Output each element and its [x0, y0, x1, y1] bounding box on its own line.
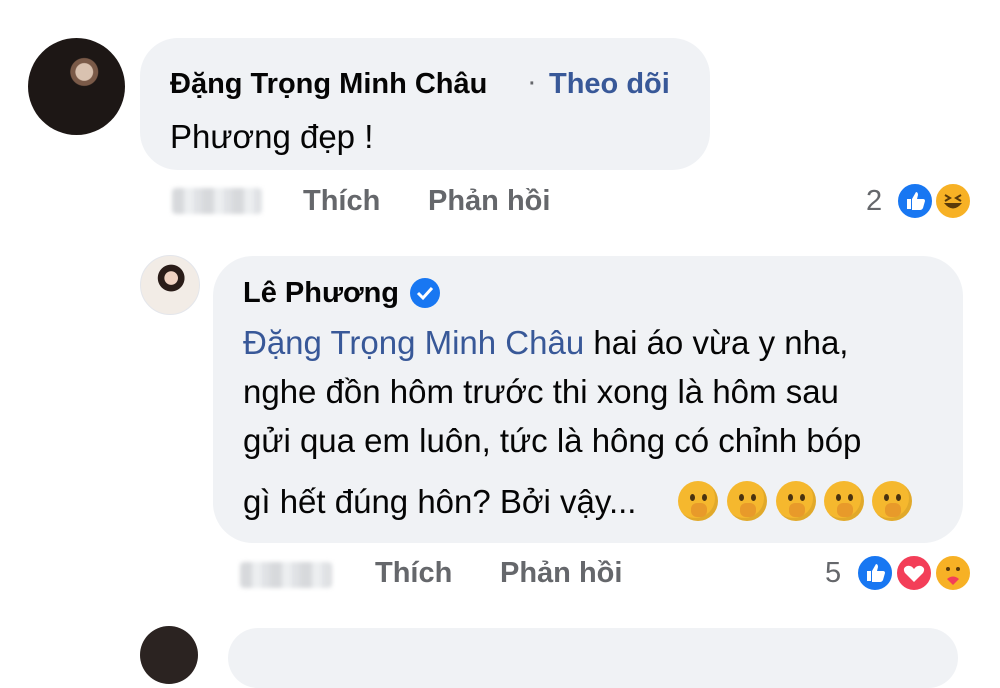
reply-text-line-4: gì hết đúng hôn? Bởi vậy... [243, 483, 637, 520]
reply-text-line-2: nghe đồn hôm trước thi xong là hôm sau [243, 373, 839, 410]
comment-reply-button[interactable]: Phản hồi [428, 185, 550, 218]
haha-reaction-icon [934, 182, 972, 220]
care-reaction-icon [934, 554, 972, 592]
reply-author-name[interactable]: Lê Phương [243, 277, 399, 310]
separator-dot: · [527, 66, 537, 98]
comment-like-button[interactable]: Thích [303, 185, 380, 218]
comment-author-name[interactable]: Đặng Trọng Minh Châu [170, 68, 487, 101]
verified-badge-icon [410, 278, 440, 308]
reply-text-line-3: gửi qua em luôn, tức là hông có chỉnh bó… [243, 422, 862, 459]
comment-timestamp-blurred [172, 188, 262, 214]
reply-like-button[interactable]: Thích [375, 557, 452, 590]
reply-reaction-count[interactable]: 5 [825, 557, 841, 590]
commenter-avatar[interactable] [28, 38, 125, 135]
next-comment-bubble [228, 628, 958, 688]
face-with-hand-over-mouth-icon [727, 481, 767, 521]
reply-timestamp-blurred [240, 562, 332, 588]
face-with-hand-over-mouth-icon [776, 481, 816, 521]
follow-link[interactable]: Theo dõi [549, 68, 670, 101]
love-reaction-icon [895, 554, 933, 592]
face-with-hand-over-mouth-icon [872, 481, 912, 521]
like-reaction-icon [856, 554, 894, 592]
reply-text-line-1: Đặng Trọng Minh Châu hai áo vừa y nha, [243, 318, 848, 367]
face-with-hand-over-mouth-icon [678, 481, 718, 521]
reply-text-line-1-rest: hai áo vừa y nha, [584, 324, 849, 361]
face-with-hand-over-mouth-icon [824, 481, 864, 521]
mention-link[interactable]: Đặng Trọng Minh Châu [243, 324, 584, 361]
comment-reaction-count[interactable]: 2 [866, 185, 882, 218]
reply-reply-button[interactable]: Phản hồi [500, 557, 622, 590]
reply-author-avatar[interactable] [140, 255, 200, 315]
comment-text: Phương đẹp ! [170, 118, 374, 155]
like-reaction-icon [896, 182, 934, 220]
